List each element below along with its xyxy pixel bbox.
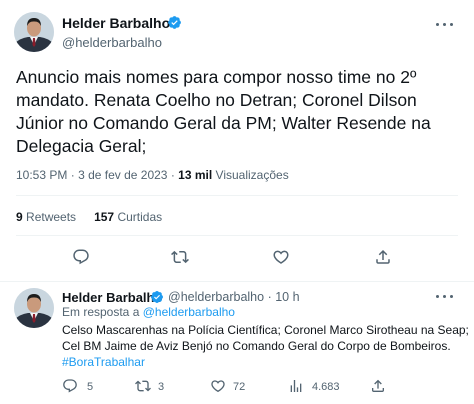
more-options-icon[interactable] [436, 22, 454, 28]
divider [16, 195, 458, 196]
like-icon[interactable] [210, 378, 226, 394]
main-tweet: Helder Barbalho @helderbarbalho Anuncio … [0, 0, 474, 282]
retweets-stat[interactable]: 9 Retweets [16, 210, 76, 224]
views-count: 4.683 [312, 381, 340, 393]
views-count: 13 mil [178, 168, 213, 182]
reply-context: Em resposta a @helderbarbalho [62, 305, 235, 319]
retweet-icon[interactable] [171, 248, 189, 266]
like-count: 72 [233, 381, 246, 393]
reply-count: 5 [87, 381, 94, 393]
tweet-text: Celso Mascarenhas na Polícia Científica;… [62, 322, 469, 370]
retweet-icon[interactable] [135, 378, 151, 394]
author-handle[interactable]: @helderbarbalho [62, 35, 162, 50]
author-handle-and-time: @helderbarbalho · 10 h [168, 290, 300, 304]
tweet-date[interactable]: 3 de fev de 2023 [78, 168, 167, 182]
likes-count: 157 [94, 210, 115, 224]
author-name[interactable]: Helder Barbalho [62, 290, 162, 305]
author-handle[interactable]: @helderbarbalho [168, 290, 264, 304]
views-label: Visualizações [215, 168, 289, 182]
author-name[interactable]: Helder Barbalho [62, 15, 170, 31]
tweet-text-line: Anuncio mais nomes para compor nosso tim… [16, 67, 417, 87]
tweet-text-line: Delegacia Geral; [16, 136, 147, 156]
tweet-time[interactable]: 10:53 PM [16, 168, 67, 182]
tweet-text: Anuncio mais nomes para compor nosso tim… [16, 66, 464, 158]
retweet-count: 3 [158, 381, 165, 393]
like-icon[interactable] [272, 248, 290, 266]
tweet-text-line: mandato. Renata Coelho no Detran; Corone… [16, 90, 417, 110]
tweet-meta: 10:53 PM · 3 de fev de 2023 · 13 mil Vis… [16, 168, 289, 182]
verified-badge-icon [150, 290, 164, 304]
share-icon[interactable] [374, 248, 392, 266]
reply-icon[interactable] [72, 248, 90, 266]
tweet-text-line: Celso Mascarenhas na Polícia Científica;… [62, 323, 469, 337]
more-options-icon[interactable] [436, 294, 454, 300]
retweets-count: 9 [16, 210, 23, 224]
reply-icon[interactable] [62, 378, 78, 394]
divider [16, 235, 458, 236]
share-icon[interactable] [370, 378, 386, 394]
tweet-stats: 9 Retweets 157 Curtidas [16, 210, 162, 224]
tweet-time-ago[interactable]: · 10 h [268, 290, 300, 304]
hashtag-link[interactable]: #BoraTrabalhar [62, 355, 145, 369]
divider [0, 281, 474, 282]
likes-stat[interactable]: 157 Curtidas [94, 210, 162, 224]
retweets-label: Retweets [26, 210, 77, 224]
views-icon[interactable] [288, 378, 304, 394]
likes-label: Curtidas [117, 210, 163, 224]
tweet-text-line: Cel BM Jaime de Aviz Benjó no Comando Ge… [62, 339, 451, 353]
reply-to-label: Em resposta a [62, 305, 140, 319]
tweet-text-line: Júnior no Comando Geral da PM; Walter Re… [16, 113, 431, 133]
meta-separator: · [70, 168, 75, 182]
avatar[interactable] [14, 12, 54, 52]
reply-to-handle-link[interactable]: @helderbarbalho [143, 305, 235, 319]
avatar[interactable] [14, 288, 54, 328]
meta-separator: · [170, 168, 175, 182]
verified-badge-icon [167, 15, 182, 30]
